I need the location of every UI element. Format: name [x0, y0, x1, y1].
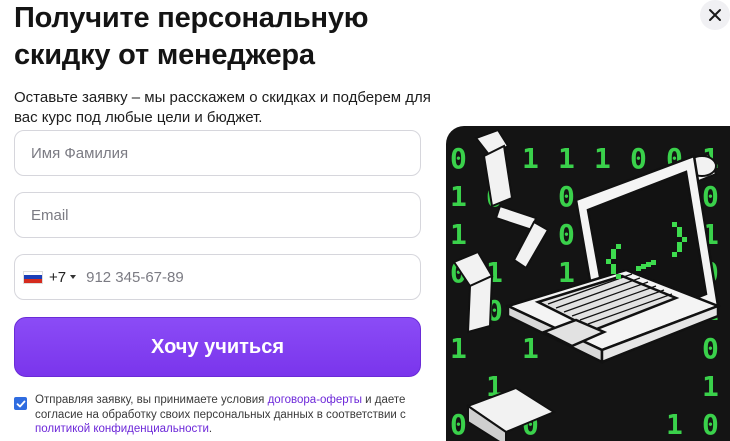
page-subtitle: Оставьте заявку – мы расскажем о скидках… [14, 89, 431, 126]
svg-text:1: 1 [666, 408, 683, 441]
svg-text:1: 1 [702, 370, 719, 403]
svg-text:1: 1 [558, 256, 575, 289]
offer-agreement-link[interactable]: договора-оферты [268, 394, 362, 406]
name-input[interactable] [15, 131, 420, 175]
country-code: +7 [49, 268, 67, 286]
name-field[interactable] [14, 130, 421, 176]
privacy-policy-link[interactable]: политикой конфиденциальности [35, 423, 209, 435]
page-title: Получите персональную скидку от менеджер… [14, 2, 369, 71]
svg-text:0: 0 [558, 180, 575, 213]
country-code-selector[interactable]: +7 [15, 255, 77, 299]
svg-text:0: 0 [702, 332, 719, 365]
email-input[interactable] [15, 193, 420, 237]
svg-text:1: 1 [522, 142, 539, 175]
svg-text:0: 0 [558, 218, 575, 251]
laptop-code-illustration: 01111001 100110 1101 0110 001 110 11 001… [446, 126, 730, 441]
email-field[interactable] [14, 192, 421, 238]
svg-text:0: 0 [702, 180, 719, 213]
consent-checkbox[interactable] [14, 397, 27, 410]
svg-text:0: 0 [630, 142, 647, 175]
svg-text:0: 0 [702, 408, 719, 441]
svg-text:0: 0 [450, 408, 467, 441]
russia-flag-icon [23, 270, 43, 284]
close-icon [709, 9, 721, 21]
consent-text: Отправляя заявку, вы принимаете условия … [35, 394, 406, 435]
check-icon [16, 400, 25, 407]
svg-text:1: 1 [522, 332, 539, 365]
svg-text:1: 1 [450, 180, 467, 213]
svg-text:1: 1 [558, 142, 575, 175]
close-button[interactable] [700, 0, 730, 30]
consent-row: Отправляя заявку, вы принимаете условия … [14, 393, 424, 437]
svg-text:0: 0 [450, 142, 467, 175]
submit-button[interactable]: Хочу учиться [14, 317, 421, 377]
svg-text:1: 1 [450, 332, 467, 365]
svg-text:1: 1 [594, 142, 611, 175]
phone-input[interactable] [76, 255, 420, 299]
phone-field[interactable]: +7 [14, 254, 421, 300]
svg-text:1: 1 [450, 218, 467, 251]
